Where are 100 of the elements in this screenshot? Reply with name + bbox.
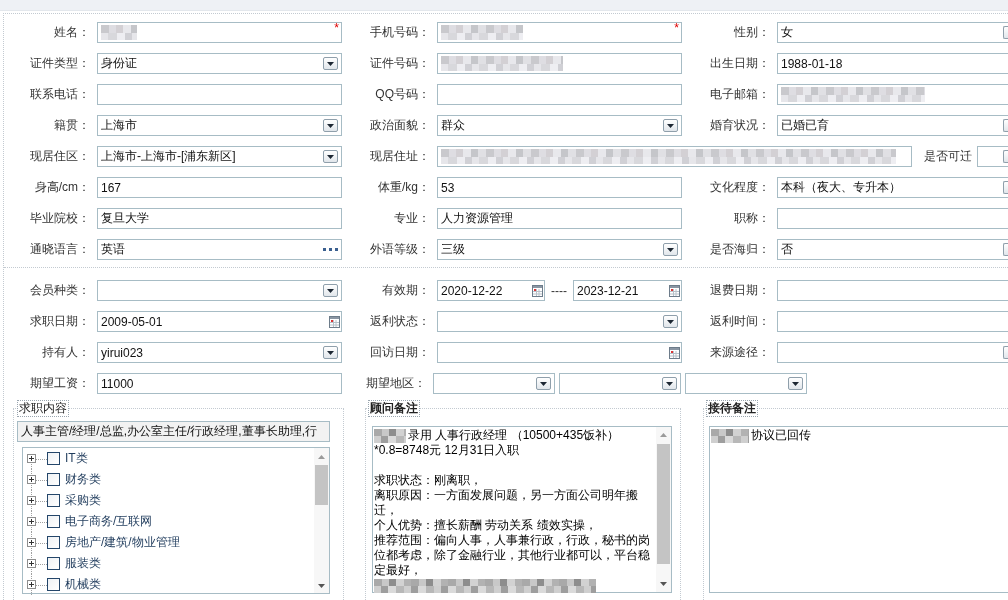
select-field[interactable] [685, 373, 807, 394]
expand-icon[interactable] [27, 496, 36, 505]
ellipsis-icon[interactable] [323, 248, 338, 251]
scrollbar[interactable] [656, 427, 671, 592]
notes-textarea[interactable]: 协议已回传 [709, 426, 1008, 593]
scrollbar[interactable] [314, 448, 329, 593]
select-field[interactable] [433, 373, 555, 394]
input-field[interactable]: 11000 [97, 373, 342, 394]
calendar-icon[interactable] [329, 315, 340, 328]
required-mark: * [334, 22, 339, 34]
tree-item[interactable]: 电子商务/互联网 [27, 511, 153, 532]
input-field[interactable] [97, 84, 342, 105]
date-field[interactable]: 2023-12-21 [573, 280, 682, 301]
select-field[interactable]: 女 [777, 22, 1008, 43]
input-field[interactable] [437, 53, 682, 74]
expand-icon[interactable] [27, 454, 36, 463]
expand-icon[interactable] [27, 580, 36, 589]
select-field[interactable] [97, 280, 342, 301]
dropdown-button[interactable] [323, 57, 338, 70]
dropdown-button[interactable] [788, 377, 803, 390]
tree-item[interactable]: IT类 [27, 448, 88, 469]
date-field[interactable]: 2009-05-01 [97, 311, 342, 332]
select-field[interactable] [437, 311, 682, 332]
tree-item[interactable]: 服装类 [27, 553, 101, 574]
dropdown-button[interactable] [663, 243, 678, 256]
select-field[interactable]: 已婚已育 [777, 115, 1008, 136]
field-label: 文化程度： [710, 180, 770, 194]
input-field[interactable]: 167 [97, 177, 342, 198]
calendar-icon[interactable] [669, 284, 680, 297]
select-field[interactable]: 上海市-上海市-[浦东新区] [97, 146, 342, 167]
date-field[interactable]: 2020-12-22 [437, 280, 545, 301]
dropdown-button[interactable] [323, 150, 338, 163]
dropdown-button[interactable] [323, 119, 338, 132]
checkbox[interactable] [47, 515, 60, 528]
note-text: 离职原因：一方面发展问题，另一方面公司明年搬迁， [374, 488, 639, 518]
lookup-field[interactable]: 英语 [97, 239, 342, 260]
select-field[interactable] [777, 342, 1008, 363]
caret-down-icon [327, 61, 334, 66]
caret-down-icon [327, 154, 334, 159]
scrollbar-thumb[interactable] [315, 465, 328, 505]
scroll-up-icon[interactable] [660, 433, 667, 437]
dropdown-button[interactable] [662, 377, 677, 390]
caret-down-icon [327, 288, 334, 293]
tree-item[interactable]: 财务类 [27, 469, 101, 490]
select-field[interactable] [559, 373, 681, 394]
dropdown-button[interactable] [663, 315, 678, 328]
field-label: 是否海归： [710, 242, 770, 256]
field-label: 出生日期： [710, 56, 770, 70]
field-label: 期望工资： [30, 376, 90, 390]
checkbox[interactable] [47, 473, 60, 486]
field-label: 手机号码： [370, 25, 430, 39]
input-field[interactable]: 1988-01-18 [777, 53, 1008, 74]
expand-icon[interactable] [27, 559, 36, 568]
tree-item[interactable]: 采购类 [27, 490, 101, 511]
checkbox[interactable] [47, 578, 60, 591]
input-field[interactable]: 53 [437, 177, 682, 198]
select-field[interactable]: 三级 [437, 239, 682, 260]
input-field[interactable]: * [97, 22, 342, 43]
dropdown-button[interactable] [536, 377, 551, 390]
input-field[interactable]: 人力资源管理 [437, 208, 682, 229]
select-field[interactable]: 上海市 [97, 115, 342, 136]
note-text: *0.8=8748元 12月31日入职 [374, 443, 520, 458]
notes-textarea[interactable]: 录用 人事行政经理 （10500+435饭补） *0.8=8748元 12月31日入职 求职状态：刚离职， 离职原因：一方面发展问题，另一方面公司明年搬迁， 个人优势：擅长薪酬 劳动关系 绩效实操， 推荐范围：偏向人事，人事兼行政，行政，秘书的岗位都考虑，除了金融行业，其他行业都可以，平台稳定最好， [372, 426, 672, 593]
dropdown-button[interactable] [323, 284, 338, 297]
select-field[interactable]: 本科（夜大、专升本） [777, 177, 1008, 198]
calendar-icon[interactable] [669, 346, 680, 359]
summary-field[interactable]: 人事主管/经理/总监,办公室主任/行政经理,董事长助理,行 [17, 421, 330, 442]
select-field[interactable]: yirui023 [97, 342, 342, 363]
select-field[interactable] [977, 146, 1008, 167]
select-field[interactable]: 否 [777, 239, 1008, 260]
dropdown-button[interactable] [663, 119, 678, 132]
date-field[interactable] [437, 342, 682, 363]
select-field[interactable]: 身份证 [97, 53, 342, 74]
scroll-down-icon[interactable] [660, 582, 667, 586]
expand-icon[interactable] [27, 517, 36, 526]
dropdown-button[interactable] [323, 346, 338, 359]
expand-icon[interactable] [27, 475, 36, 484]
input-field[interactable] [437, 84, 682, 105]
field-label: 电子邮箱： [710, 87, 770, 101]
input-field[interactable] [777, 84, 1008, 105]
input-field[interactable]: * [437, 22, 682, 43]
checkbox[interactable] [47, 557, 60, 570]
input-field[interactable] [777, 208, 1008, 229]
input-field[interactable]: 复旦大学 [97, 208, 342, 229]
checkbox[interactable] [47, 452, 60, 465]
field-label: 回访日期： [370, 345, 430, 359]
select-field[interactable]: 群众 [437, 115, 682, 136]
input-field[interactable] [777, 280, 1008, 301]
calendar-icon[interactable] [532, 284, 543, 297]
scroll-up-icon[interactable] [318, 455, 325, 459]
checkbox[interactable] [47, 494, 60, 507]
tree-item[interactable]: 房地产/建筑/物业管理 [27, 532, 180, 553]
input-field[interactable] [777, 311, 1008, 332]
expand-icon[interactable] [27, 538, 36, 547]
tree-item[interactable]: 机械类 [27, 574, 101, 595]
checkbox[interactable] [47, 536, 60, 549]
scroll-down-icon[interactable] [318, 584, 325, 588]
field-label: 婚育状况： [710, 118, 770, 132]
input-field[interactable] [437, 146, 912, 167]
scrollbar-thumb[interactable] [657, 444, 670, 564]
